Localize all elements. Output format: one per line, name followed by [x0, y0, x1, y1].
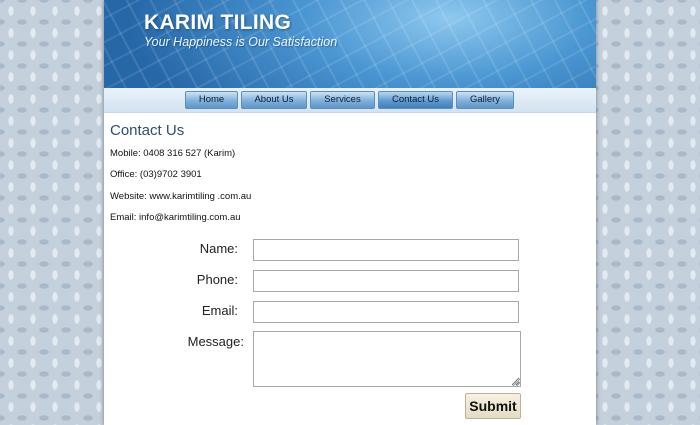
nav-contact-us[interactable]: Contact Us: [378, 91, 453, 109]
nav-about-us[interactable]: About Us: [241, 91, 307, 109]
site-title: KARIM TILING: [144, 11, 292, 34]
message-label: Message:: [187, 334, 244, 349]
email-field[interactable]: [253, 301, 519, 323]
header-banner: KARIM TILING Your Happiness is Our Satis…: [104, 0, 596, 88]
mobile-info: Mobile: 0408 316 527 (Karim): [110, 148, 236, 159]
nav-gallery[interactable]: Gallery: [456, 91, 514, 109]
main-nav: Home About Us Services Contact Us Galler…: [104, 88, 596, 113]
message-field[interactable]: [253, 331, 521, 387]
resize-handle-icon[interactable]: [513, 379, 520, 386]
name-label: Name:: [199, 241, 238, 256]
submit-button[interactable]: Submit: [465, 393, 521, 419]
nav-services[interactable]: Services: [310, 91, 375, 109]
phone-label: Phone:: [196, 272, 238, 287]
site-tagline: Your Happiness is Our Satisfaction: [144, 35, 338, 49]
website-info: Website: www.karimtiling .com.au: [110, 191, 252, 202]
page-title: Contact Us: [110, 122, 185, 139]
page-container: KARIM TILING Your Happiness is Our Satis…: [104, 0, 596, 425]
office-info: Office: (03)9702 3901: [110, 169, 202, 180]
email-info: Email: info@karimtiling.com.au: [110, 212, 241, 223]
nav-home[interactable]: Home: [185, 91, 238, 109]
phone-field[interactable]: [253, 270, 519, 292]
name-field[interactable]: [253, 239, 519, 261]
email-label: Email:: [201, 303, 238, 318]
